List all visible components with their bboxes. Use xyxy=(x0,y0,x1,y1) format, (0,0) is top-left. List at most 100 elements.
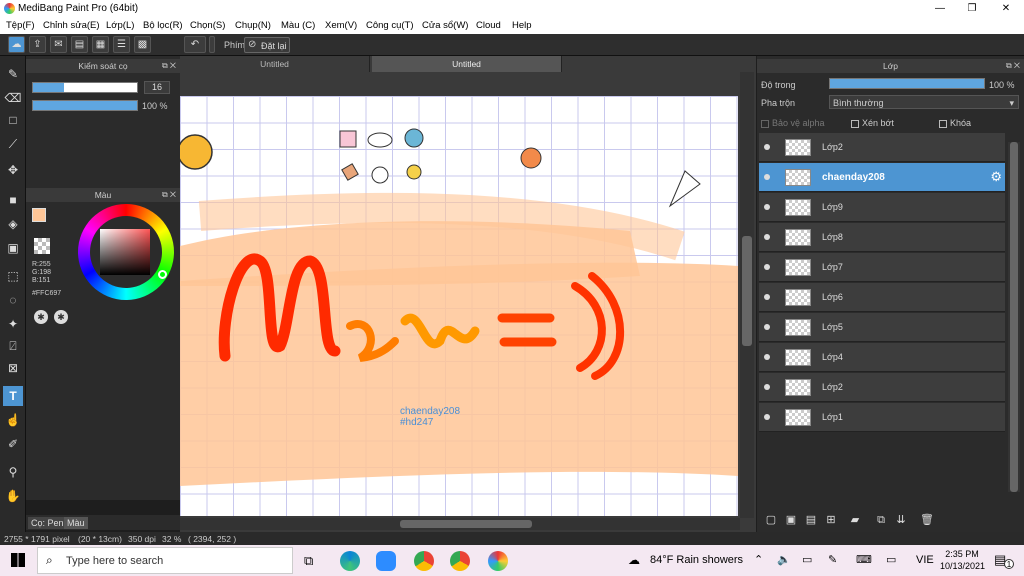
menu-help[interactable]: Help xyxy=(512,20,532,31)
new-halftone-layer-icon[interactable]: ▣ xyxy=(781,510,801,530)
menu-tools[interactable]: Công cụ(T) xyxy=(366,20,414,31)
undo-icon[interactable]: ↶ xyxy=(184,36,206,53)
eye-icon[interactable] xyxy=(764,234,770,240)
layers-panel-close-icon[interactable]: ⧉ ✕ xyxy=(1006,59,1020,73)
menu-select[interactable]: Chọn(S) xyxy=(190,20,225,31)
select-pen-icon[interactable]: ⍁ xyxy=(3,336,23,356)
layer-row[interactable]: Lớp1 xyxy=(759,403,1005,432)
eyedropper-icon[interactable]: ⚲ xyxy=(3,462,23,482)
chrome-profile-icon[interactable] xyxy=(450,551,470,571)
menu-view[interactable]: Xem(V) xyxy=(325,20,357,31)
layer-row[interactable]: Lớp6 xyxy=(759,283,1005,312)
layer-row[interactable]: Lớp2 xyxy=(759,373,1005,402)
layers-scroll-thumb[interactable] xyxy=(1010,142,1018,492)
tab-untitled-1[interactable]: Untitled xyxy=(180,56,370,72)
delete-layer-icon[interactable]: 🗑 xyxy=(917,510,937,530)
close-icon[interactable]: ✕ xyxy=(990,0,1022,17)
toolbar-handle[interactable] xyxy=(209,36,215,53)
rectangle-tool-icon[interactable]: □ xyxy=(3,110,23,130)
brush-opacity-slider[interactable] xyxy=(32,100,138,111)
speaker-icon[interactable]: 🔈 xyxy=(777,553,791,566)
fill-rect-tool-icon[interactable]: ■ xyxy=(3,190,23,210)
eye-icon[interactable] xyxy=(764,204,770,210)
lock-checkbox[interactable]: Khóa xyxy=(939,118,971,128)
primary-color-swatch[interactable] xyxy=(32,208,46,222)
hue-ring[interactable] xyxy=(78,204,174,300)
display-icon[interactable]: ▭ xyxy=(886,553,896,566)
saturation-value-square[interactable] xyxy=(100,229,150,275)
panel-close-icon[interactable]: ⧉ ✕ xyxy=(162,59,176,73)
share-icon[interactable]: ⇪ xyxy=(29,36,46,53)
task-view-icon[interactable]: ⧉ xyxy=(304,553,313,569)
vertical-scrollbar[interactable] xyxy=(740,72,754,518)
magic-wand-icon[interactable]: ✦ xyxy=(3,314,23,334)
folder-icon[interactable]: ▰ xyxy=(845,510,865,530)
brush-tool-icon[interactable]: ✎ xyxy=(3,64,23,84)
hand-tool-icon[interactable]: ✋ xyxy=(3,486,23,506)
eye-icon[interactable] xyxy=(764,174,770,180)
clock[interactable]: 2:35 PM 10/13/2021 xyxy=(940,548,985,572)
color-tab[interactable]: Màu xyxy=(64,517,88,529)
eye-icon[interactable] xyxy=(764,354,770,360)
duplicate-layer-icon[interactable]: ⧉ xyxy=(871,510,891,530)
gradient-tool-icon[interactable]: ▣ xyxy=(3,238,23,258)
document-icon[interactable]: ▦ xyxy=(92,36,109,53)
reset-button[interactable]: ⊘ Đặt lại xyxy=(244,37,290,53)
search-box[interactable]: ⌕ Type here to search xyxy=(37,547,293,574)
menu-cloud[interactable]: Cloud xyxy=(476,20,501,31)
chat-icon[interactable]: ▤ xyxy=(71,36,88,53)
medibang-taskbar-icon[interactable] xyxy=(488,551,508,571)
bucket-tool-icon[interactable]: ◈ xyxy=(3,214,23,234)
zoom-app-icon[interactable] xyxy=(376,551,396,571)
add-layer-menu-icon[interactable]: ⊞ xyxy=(821,510,841,530)
merge-layer-icon[interactable]: ⇊ xyxy=(891,510,911,530)
brush-size-value[interactable]: 16 xyxy=(144,81,170,94)
menu-edit[interactable]: Chỉnh sửa(E) xyxy=(43,20,100,31)
palette-settings-icon[interactable]: ✱ xyxy=(54,310,68,324)
layer-opacity-slider[interactable] xyxy=(829,78,985,89)
operation-tool-icon[interactable]: ☝ xyxy=(3,410,23,430)
eraser-tool-icon[interactable]: ⌫ xyxy=(3,88,23,108)
grid-icon[interactable]: ▩ xyxy=(134,36,151,53)
language-indicator[interactable]: VIE xyxy=(916,554,934,566)
layer-row[interactable]: Lớp4 xyxy=(759,343,1005,372)
menu-filter[interactable]: Bộ lọc(R) xyxy=(143,20,183,31)
hue-handle[interactable] xyxy=(158,270,167,279)
menu-layer[interactable]: Lớp(L) xyxy=(106,20,134,31)
layer-row[interactable]: Lớp9 xyxy=(759,193,1005,222)
layers-scrollbar[interactable] xyxy=(1008,142,1020,492)
menu-window[interactable]: Cửa sổ(W) xyxy=(422,20,468,31)
line-tool-icon[interactable]: ⟋ xyxy=(3,134,23,154)
eye-icon[interactable] xyxy=(764,324,770,330)
layer-row[interactable]: Lớp8 xyxy=(759,223,1005,252)
layer-row[interactable]: Lớp7 xyxy=(759,253,1005,282)
menu-color[interactable]: Màu (C) xyxy=(281,20,315,31)
menu-capture[interactable]: Chụp(N) xyxy=(235,20,271,31)
select-eraser-icon[interactable]: ⊠ xyxy=(3,358,23,378)
brush-size-slider[interactable] xyxy=(32,82,138,93)
cloud-icon[interactable]: ☁ xyxy=(8,36,25,53)
color-panel-close-icon[interactable]: ⧉ ✕ xyxy=(162,188,176,202)
lasso-tool-icon[interactable]: ◌ xyxy=(3,290,23,310)
canvas-paper[interactable]: chaenday208 #hd247 xyxy=(180,96,738,516)
divide-tool-icon[interactable]: ✐ xyxy=(3,434,23,454)
network-icon[interactable]: ▭ xyxy=(802,553,812,566)
clipping-checkbox[interactable]: Xén bớt xyxy=(851,118,894,128)
select-tool-icon[interactable]: ⬚ xyxy=(3,266,23,286)
eye-icon[interactable] xyxy=(764,384,770,390)
new-layer-icon[interactable]: ▢ xyxy=(761,510,781,530)
transparent-swatch[interactable] xyxy=(34,238,50,254)
windows-start-icon[interactable] xyxy=(11,553,25,567)
eye-icon[interactable] xyxy=(764,414,770,420)
comment-icon[interactable]: ✉ xyxy=(50,36,67,53)
pen-icon[interactable]: ✎ xyxy=(828,553,837,566)
minimize-icon[interactable]: — xyxy=(924,0,956,17)
pen-tab[interactable]: Cọ: Pen xyxy=(28,517,67,529)
list-icon[interactable]: ☰ xyxy=(113,36,130,53)
weather-text[interactable]: 84°F Rain showers xyxy=(650,554,743,566)
tab-untitled-2[interactable]: Untitled xyxy=(372,56,562,72)
layer-row[interactable]: Lớp5 xyxy=(759,313,1005,342)
move-tool-icon[interactable]: ✥ xyxy=(3,160,23,180)
horizontal-scrollbar[interactable] xyxy=(180,518,740,530)
text-tool-icon[interactable]: T xyxy=(3,386,23,406)
